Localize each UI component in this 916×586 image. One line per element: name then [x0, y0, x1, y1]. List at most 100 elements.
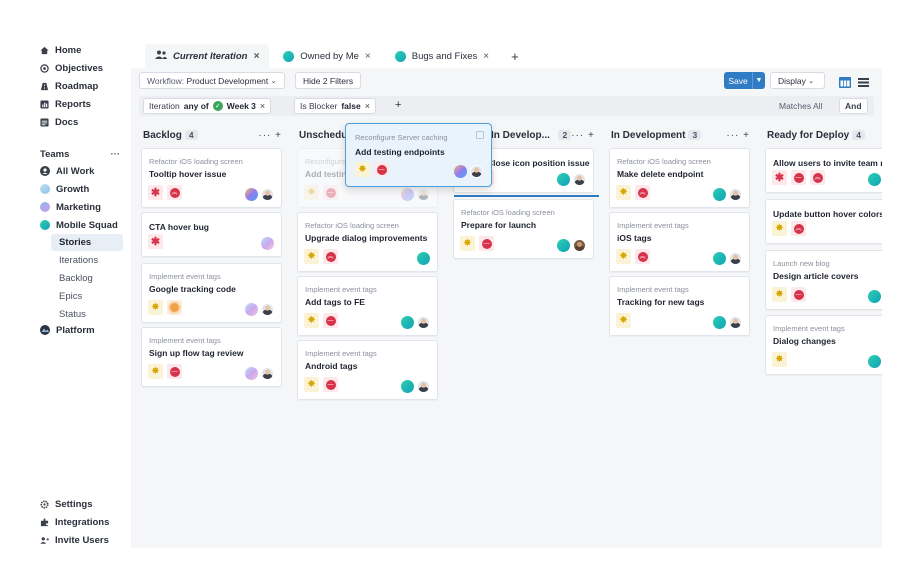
marketing-team-icon — [40, 202, 50, 212]
tab-bugs-and-fixes[interactable]: Bugs and Fixes × — [385, 44, 499, 68]
story-card[interactable]: Allow users to invite team m — [765, 148, 882, 193]
person-avatar — [261, 303, 274, 316]
tab-bar: Current Iteration × Owned by Me × Bugs a… — [131, 38, 882, 68]
chevron-down-icon: ⌄ — [270, 77, 277, 85]
priority-icon — [791, 287, 806, 302]
avatar — [557, 173, 570, 186]
story-card[interactable]: Implement event tags Tracking for new ta… — [609, 276, 750, 336]
person-avatar — [417, 188, 430, 201]
story-card[interactable]: Refactor iOS loading screen Prepare for … — [453, 199, 594, 259]
team-mobile-squad[interactable]: Mobile Squad — [40, 217, 118, 233]
sidebar-item-status[interactable]: Status — [51, 306, 123, 323]
feature-icon — [304, 313, 319, 328]
bug-icon — [148, 185, 163, 200]
avatar — [868, 173, 881, 186]
sidebar-item-stories[interactable]: Stories — [51, 234, 123, 251]
team-growth[interactable]: Growth — [40, 181, 89, 197]
dragged-story-card[interactable]: Reconfigure Server caching Add testing e… — [345, 123, 492, 187]
nav-docs[interactable]: Docs — [40, 114, 78, 130]
nav-integrations[interactable]: Integrations — [40, 514, 109, 530]
teams-more-button[interactable]: ··· — [111, 149, 121, 160]
avatar — [713, 188, 726, 201]
chevron-down-icon: ⌄ — [808, 77, 815, 85]
column-header: Backlog 4 ··· + — [143, 129, 282, 141]
drop-indicator — [454, 195, 599, 197]
feature-icon — [616, 185, 631, 200]
sidebar-item-iterations[interactable]: Iterations — [51, 252, 123, 269]
story-card[interactable]: Implement event tags iOS tags — [609, 212, 750, 272]
story-card[interactable]: CTA hover bug — [141, 212, 282, 257]
avatar — [557, 239, 570, 252]
list-view-icon[interactable] — [858, 75, 869, 93]
priority-icon — [791, 170, 806, 185]
tab-owned-by-me[interactable]: Owned by Me × — [273, 44, 380, 68]
story-card[interactable]: Refactor iOS loading screen Make delete … — [609, 148, 750, 208]
avatar — [245, 303, 258, 316]
close-icon[interactable]: × — [483, 51, 489, 62]
feature-icon — [148, 300, 163, 315]
story-card[interactable]: Implement event tags Android tags — [297, 340, 438, 400]
close-icon[interactable]: × — [260, 101, 265, 111]
tab-label: Owned by Me — [300, 50, 359, 62]
iteration-filter[interactable]: Iteration any of ✓ Week 3 × — [143, 98, 272, 114]
workflow-select[interactable]: Workflow: Product Development ⌄ — [139, 72, 285, 89]
close-icon[interactable]: × — [365, 101, 370, 111]
team-marketing[interactable]: Marketing — [40, 199, 101, 215]
avatar — [454, 165, 467, 178]
priority-icon — [167, 185, 182, 200]
person-avatar — [573, 239, 586, 252]
board-view-icon[interactable] — [839, 75, 851, 93]
story-card[interactable]: Update button hover colors — [765, 199, 882, 244]
hide-filters-button[interactable]: Hide 2 Filters — [295, 72, 362, 89]
chevron-down-icon[interactable]: ▼ — [752, 72, 765, 89]
story-card[interactable]: Implement event tags Sign up flow tag re… — [141, 327, 282, 387]
team-platform[interactable]: Platform — [40, 322, 95, 338]
person-avatar — [729, 316, 742, 329]
sidebar: Home Objectives Roadmap Reports Docs Tea… — [34, 38, 131, 548]
feature-icon — [772, 352, 787, 367]
check-icon: ✓ — [212, 101, 223, 111]
estimate-icon — [167, 300, 182, 315]
roadmap-icon — [40, 82, 49, 91]
column-actions[interactable]: ··· + — [571, 130, 595, 141]
and-toggle[interactable]: And — [839, 98, 868, 114]
person-avatar — [417, 316, 430, 329]
story-card[interactable]: Implement event tags Add tags to FE — [297, 276, 438, 336]
priority-icon — [323, 249, 338, 264]
story-card[interactable]: Launch new blog Design article covers — [765, 250, 882, 310]
count-badge: 4 — [852, 129, 865, 140]
close-icon[interactable]: × — [365, 51, 371, 62]
save-button[interactable]: Save ▼ — [724, 72, 765, 89]
story-card[interactable]: Implement event tags Google tracking cod… — [141, 263, 282, 323]
close-icon[interactable]: × — [253, 51, 259, 62]
priority-icon — [323, 313, 338, 328]
nav-settings[interactable]: Settings — [40, 496, 92, 512]
story-card[interactable]: Refactor iOS loading screen Upgrade dial… — [297, 212, 438, 272]
story-card[interactable]: Implement event tags Dialog changes — [765, 315, 882, 375]
nav-roadmap[interactable]: Roadmap — [40, 78, 98, 94]
sidebar-item-epics[interactable]: Epics — [51, 288, 123, 305]
nav-invite-users[interactable]: Invite Users — [40, 532, 109, 548]
avatar — [868, 355, 881, 368]
feature-icon — [304, 377, 319, 392]
tab-current-iteration[interactable]: Current Iteration × — [145, 44, 270, 68]
add-tab-button[interactable]: + — [503, 44, 527, 68]
person-avatar — [261, 367, 274, 380]
nav-objectives[interactable]: Objectives — [40, 60, 103, 76]
column-actions[interactable]: ··· + — [258, 130, 282, 141]
checkbox[interactable] — [476, 131, 484, 139]
display-button[interactable]: Display ⌄ — [770, 72, 825, 89]
avatar — [868, 290, 881, 303]
story-card[interactable]: Refactor iOS loading screen Tooltip hove… — [141, 148, 282, 208]
add-filter-button[interactable]: + — [395, 99, 401, 111]
sidebar-item-backlog[interactable]: Backlog — [51, 270, 123, 287]
priority-icon — [323, 377, 338, 392]
column-actions[interactable]: ··· + — [726, 130, 750, 141]
avatar — [401, 316, 414, 329]
nav-reports[interactable]: Reports — [40, 96, 91, 112]
feature-icon — [772, 287, 787, 302]
nav-home[interactable]: Home — [40, 42, 81, 58]
blocker-filter[interactable]: Is Blocker false × — [294, 98, 376, 114]
filter-bar: Iteration any of ✓ Week 3 × Is Blocker f… — [139, 96, 874, 116]
team-all-work[interactable]: All Work — [40, 163, 94, 179]
